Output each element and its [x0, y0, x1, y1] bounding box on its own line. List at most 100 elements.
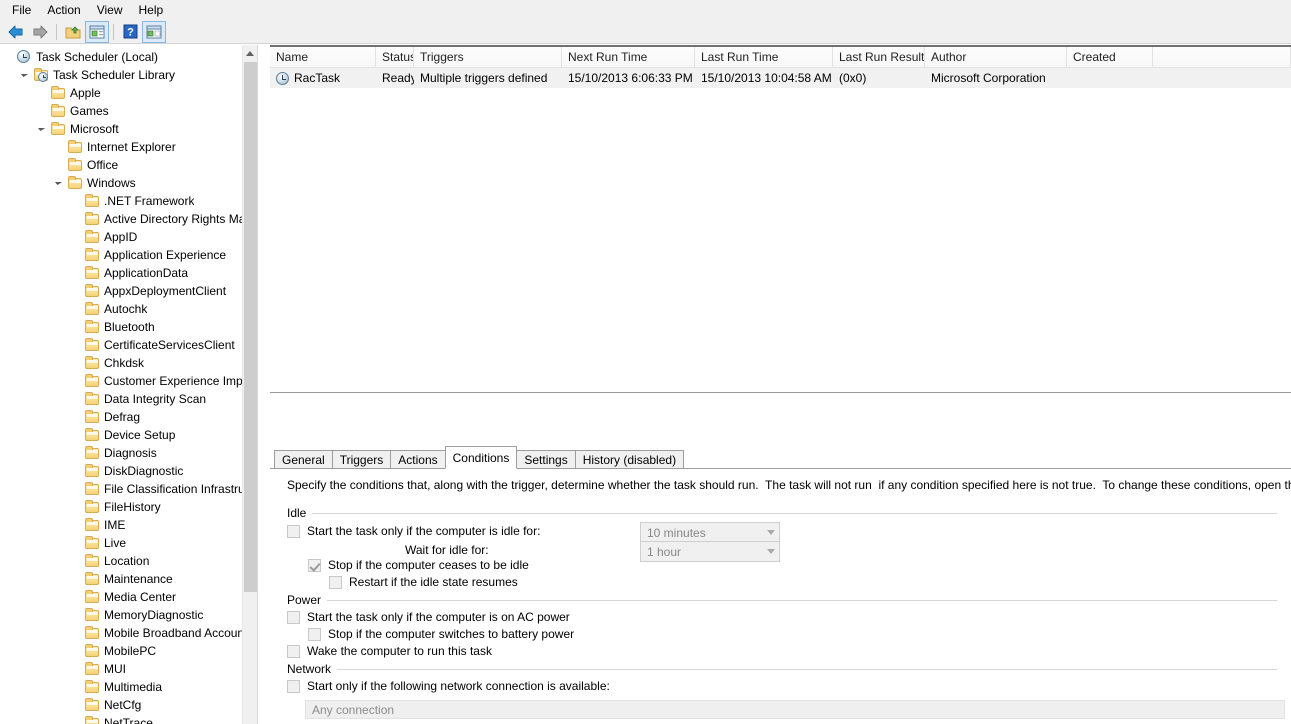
tree-twisty-placeholder	[68, 228, 84, 246]
back-button[interactable]	[4, 21, 28, 43]
tree-item[interactable]: MUI	[0, 660, 258, 678]
option-start-if-network[interactable]: Start only if the following network conn…	[287, 679, 610, 693]
table-row[interactable]: RacTask Ready Multiple triggers defined 15/…	[270, 68, 1291, 88]
column-header[interactable]: Status	[376, 47, 414, 67]
column-header[interactable]: Author	[925, 47, 1067, 67]
checkbox-stop-if-ceases-idle[interactable]	[308, 558, 321, 572]
tree-item[interactable]: Multimedia	[0, 678, 258, 696]
tree-item[interactable]: IME	[0, 516, 258, 534]
tree-item[interactable]: ApplicationData	[0, 264, 258, 282]
combo-idle-duration[interactable]: 10 minutes	[640, 522, 780, 543]
tree-item[interactable]: NetTrace	[0, 714, 258, 724]
combo-wait-for-idle[interactable]: 1 hour	[640, 541, 780, 562]
network-connection-field[interactable]: Any connection	[305, 700, 1285, 719]
checkbox-restart-if-idle-resumes[interactable]	[329, 575, 342, 589]
checkbox-ac-power[interactable]	[287, 610, 300, 624]
tree-item[interactable]: NetCfg	[0, 696, 258, 714]
tree-item[interactable]: Microsoft	[0, 120, 258, 138]
tree-item[interactable]: AppxDeploymentClient	[0, 282, 258, 300]
checkbox-wake-computer[interactable]	[287, 644, 300, 658]
tree-item[interactable]: MobilePC	[0, 642, 258, 660]
collapse-arrow-icon[interactable]	[68, 588, 84, 606]
tree-item[interactable]: File Classification Infrastructure	[0, 480, 258, 498]
tree-item[interactable]: Customer Experience Improvement Program	[0, 372, 258, 390]
tree-item[interactable]: Mobile Broadband Accounts	[0, 624, 258, 642]
tree-item[interactable]: MemoryDiagnostic	[0, 606, 258, 624]
column-header[interactable]: Last Run Time	[695, 47, 833, 67]
tree-scrollbar[interactable]	[242, 45, 257, 724]
folder-icon	[84, 283, 100, 299]
tree-item[interactable]: FileHistory	[0, 498, 258, 516]
column-header[interactable]: Created	[1067, 47, 1153, 67]
menu-item-view[interactable]: View	[89, 0, 131, 20]
tree-item[interactable]: Windows	[0, 174, 258, 192]
expand-arrow-icon[interactable]	[34, 120, 50, 138]
option-restart-if-idle-resumes[interactable]: Restart if the idle state resumes	[329, 575, 518, 589]
forward-button[interactable]	[28, 21, 52, 43]
scrollbar-thumb[interactable]	[244, 62, 257, 592]
option-stop-on-battery[interactable]: Stop if the computer switches to battery…	[308, 627, 574, 641]
column-header[interactable]: Name	[270, 47, 376, 67]
tree-item[interactable]: Active Directory Rights Management Servi…	[0, 210, 258, 228]
expand-arrow-icon[interactable]	[51, 174, 67, 192]
chevron-up-icon	[246, 50, 254, 56]
up-folder-button[interactable]	[61, 21, 85, 43]
tree-item[interactable]: Task Scheduler (Local)	[0, 48, 258, 66]
tree-item[interactable]: AppID	[0, 228, 258, 246]
scroll-up-button[interactable]	[243, 45, 257, 61]
column-header[interactable]: Last Run Result	[833, 47, 925, 67]
expand-arrow-icon[interactable]	[17, 66, 33, 84]
tree-item[interactable]: Office	[0, 156, 258, 174]
tab-general[interactable]: General	[274, 450, 333, 469]
tab-settings[interactable]: Settings	[516, 450, 576, 469]
folder-icon	[84, 679, 100, 695]
chevron-down-icon-2[interactable]	[762, 549, 779, 554]
column-header[interactable]: Next Run Time	[562, 47, 695, 67]
option-stop-if-ceases-idle[interactable]: Stop if the computer ceases to be idle	[308, 558, 529, 572]
tab-conditions[interactable]: Conditions	[444, 446, 518, 469]
tree-item[interactable]: Application Experience	[0, 246, 258, 264]
tree-item[interactable]: Maintenance	[0, 570, 258, 588]
menu-item-action[interactable]: Action	[39, 0, 88, 20]
tree-item[interactable]: .NET Framework	[0, 192, 258, 210]
help-button[interactable]: ?	[118, 21, 142, 43]
collapse-arrow-icon[interactable]	[68, 534, 84, 552]
tree-item[interactable]: Games	[0, 102, 258, 120]
menu-item-file[interactable]: File	[4, 0, 39, 20]
tree-item-label: Media Center	[104, 590, 177, 604]
tree-item[interactable]: Internet Explorer	[0, 138, 258, 156]
chevron-down-icon[interactable]	[762, 530, 779, 535]
tree-item[interactable]: Defrag	[0, 408, 258, 426]
tree-item[interactable]: Live	[0, 534, 258, 552]
tab-actions[interactable]: Actions	[390, 450, 446, 469]
column-header[interactable]: Triggers	[414, 47, 562, 67]
folder-icon	[84, 391, 100, 407]
tree-item[interactable]: DiskDiagnostic	[0, 462, 258, 480]
option-start-only-if-idle[interactable]: Start the task only if the computer is i…	[287, 524, 540, 538]
tree-item[interactable]: CertificateServicesClient	[0, 336, 258, 354]
tab-triggers[interactable]: Triggers	[331, 450, 392, 469]
tree-item[interactable]: Data Integrity Scan	[0, 390, 258, 408]
up-folder-icon	[65, 25, 81, 38]
tree-item[interactable]: Bluetooth	[0, 318, 258, 336]
show-hide-action-pane-button[interactable]	[142, 20, 166, 43]
tree-item[interactable]: Task Scheduler Library	[0, 66, 258, 84]
show-hide-console-tree-button[interactable]	[85, 20, 109, 43]
column-header[interactable]	[1153, 47, 1291, 67]
tree-item[interactable]: Device Setup	[0, 426, 258, 444]
checkbox-stop-on-battery[interactable]	[308, 627, 321, 641]
option-ac-power[interactable]: Start the task only if the computer is o…	[287, 610, 570, 624]
tree-item[interactable]: Location	[0, 552, 258, 570]
library-folder-icon	[33, 67, 49, 83]
checkbox-start-only-if-idle[interactable]	[287, 524, 300, 538]
checkbox-start-if-network[interactable]	[287, 679, 300, 693]
tree-item[interactable]: Media Center	[0, 588, 258, 606]
tree-item[interactable]: Apple	[0, 84, 258, 102]
menu-item-help[interactable]: Help	[131, 0, 172, 20]
tree-item[interactable]: Autochk	[0, 300, 258, 318]
tree-item[interactable]: Diagnosis	[0, 444, 258, 462]
tree-item-label: MobilePC	[104, 644, 157, 658]
tree-item[interactable]: Chkdsk	[0, 354, 258, 372]
tab-history-disabled[interactable]: History (disabled)	[574, 450, 685, 469]
option-wake-computer[interactable]: Wake the computer to run this task	[287, 644, 492, 658]
